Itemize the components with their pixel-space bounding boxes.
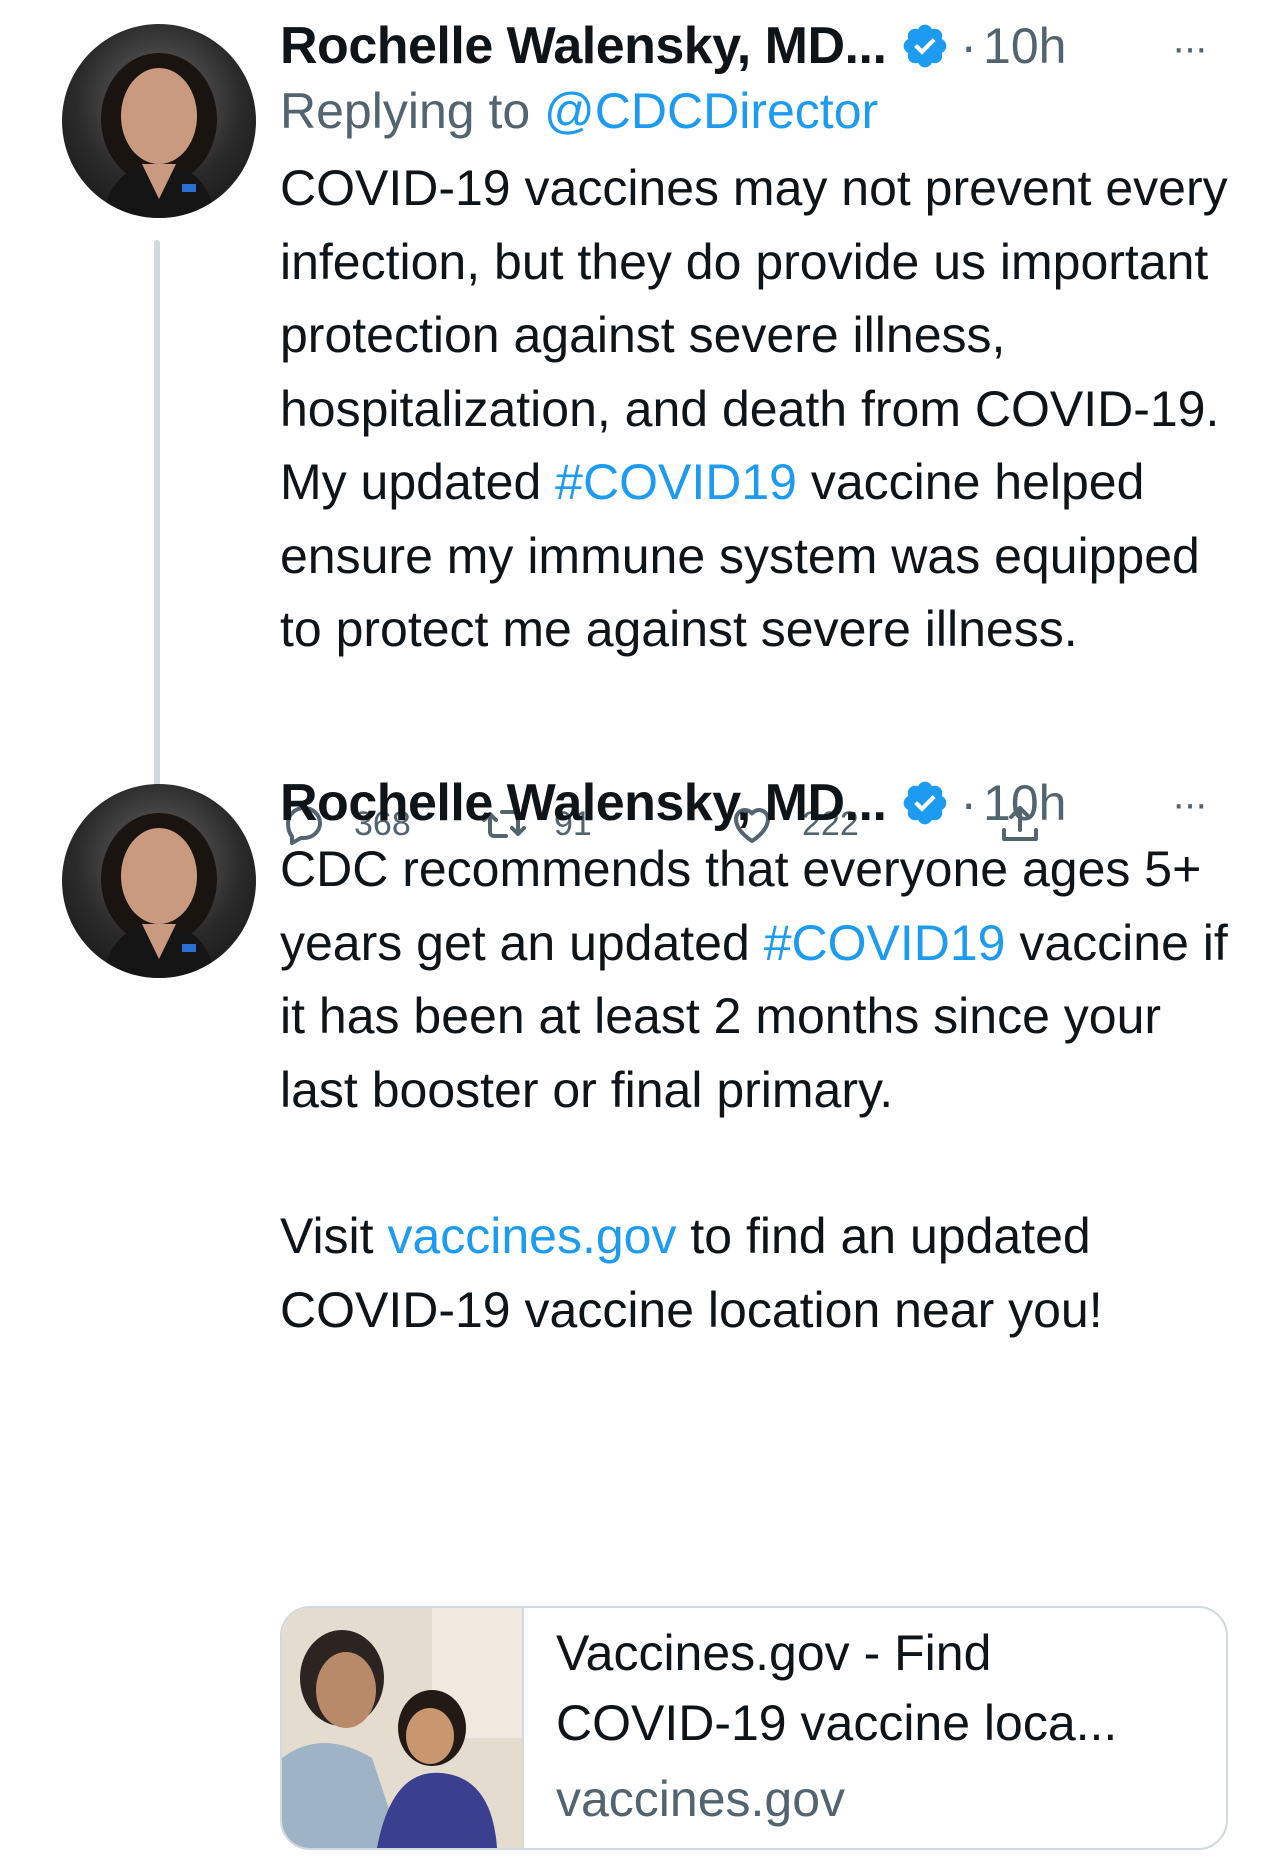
hashtag-link[interactable]: #COVID19 [555,454,797,510]
more-icon[interactable]: ··· [1172,26,1208,71]
card-title-line: COVID-19 vaccine loca... [556,1695,1118,1751]
verified-badge-icon [904,24,947,68]
verified-badge-icon [904,781,947,825]
author-name[interactable]: Rochelle Walensky, MD... [280,16,887,76]
tweet-text-part: Visit [280,1208,388,1264]
card-domain: vaccines.gov [556,1771,846,1827]
more-icon[interactable]: ··· [1172,782,1208,827]
tweet-header: Rochelle Walensky, MD... · 10h [280,773,1066,833]
vaccines-link[interactable]: vaccines.gov [387,1208,676,1264]
separator-dot: · [960,775,978,831]
reply-prefix: Replying to [280,83,545,139]
replying-to: Replying to @CDCDirector [280,82,878,140]
tweet-text: CDC recommends that everyone ages 5+ yea… [280,833,1250,1347]
card-thumbnail [282,1608,524,1848]
card-title: Vaccines.gov - Find COVID-19 vaccine loc… [556,1618,1196,1758]
card-title-line: Vaccines.gov - Find [556,1625,992,1681]
link-preview-card[interactable]: Vaccines.gov - Find COVID-19 vaccine loc… [280,1606,1228,1850]
separator-dot: · [960,18,978,74]
avatar[interactable] [62,24,256,218]
reply-handle-link[interactable]: @CDCDirector [544,83,878,139]
timestamp[interactable]: 10h [983,17,1066,75]
tweet-header: Rochelle Walensky, MD... · 10h [280,16,1066,76]
author-name[interactable]: Rochelle Walensky, MD... [280,773,887,833]
tweet-text: COVID-19 vaccines may not prevent every … [280,152,1250,667]
avatar[interactable] [62,784,256,978]
timestamp[interactable]: 10h [983,774,1066,832]
hashtag-link[interactable]: #COVID19 [764,915,1006,971]
